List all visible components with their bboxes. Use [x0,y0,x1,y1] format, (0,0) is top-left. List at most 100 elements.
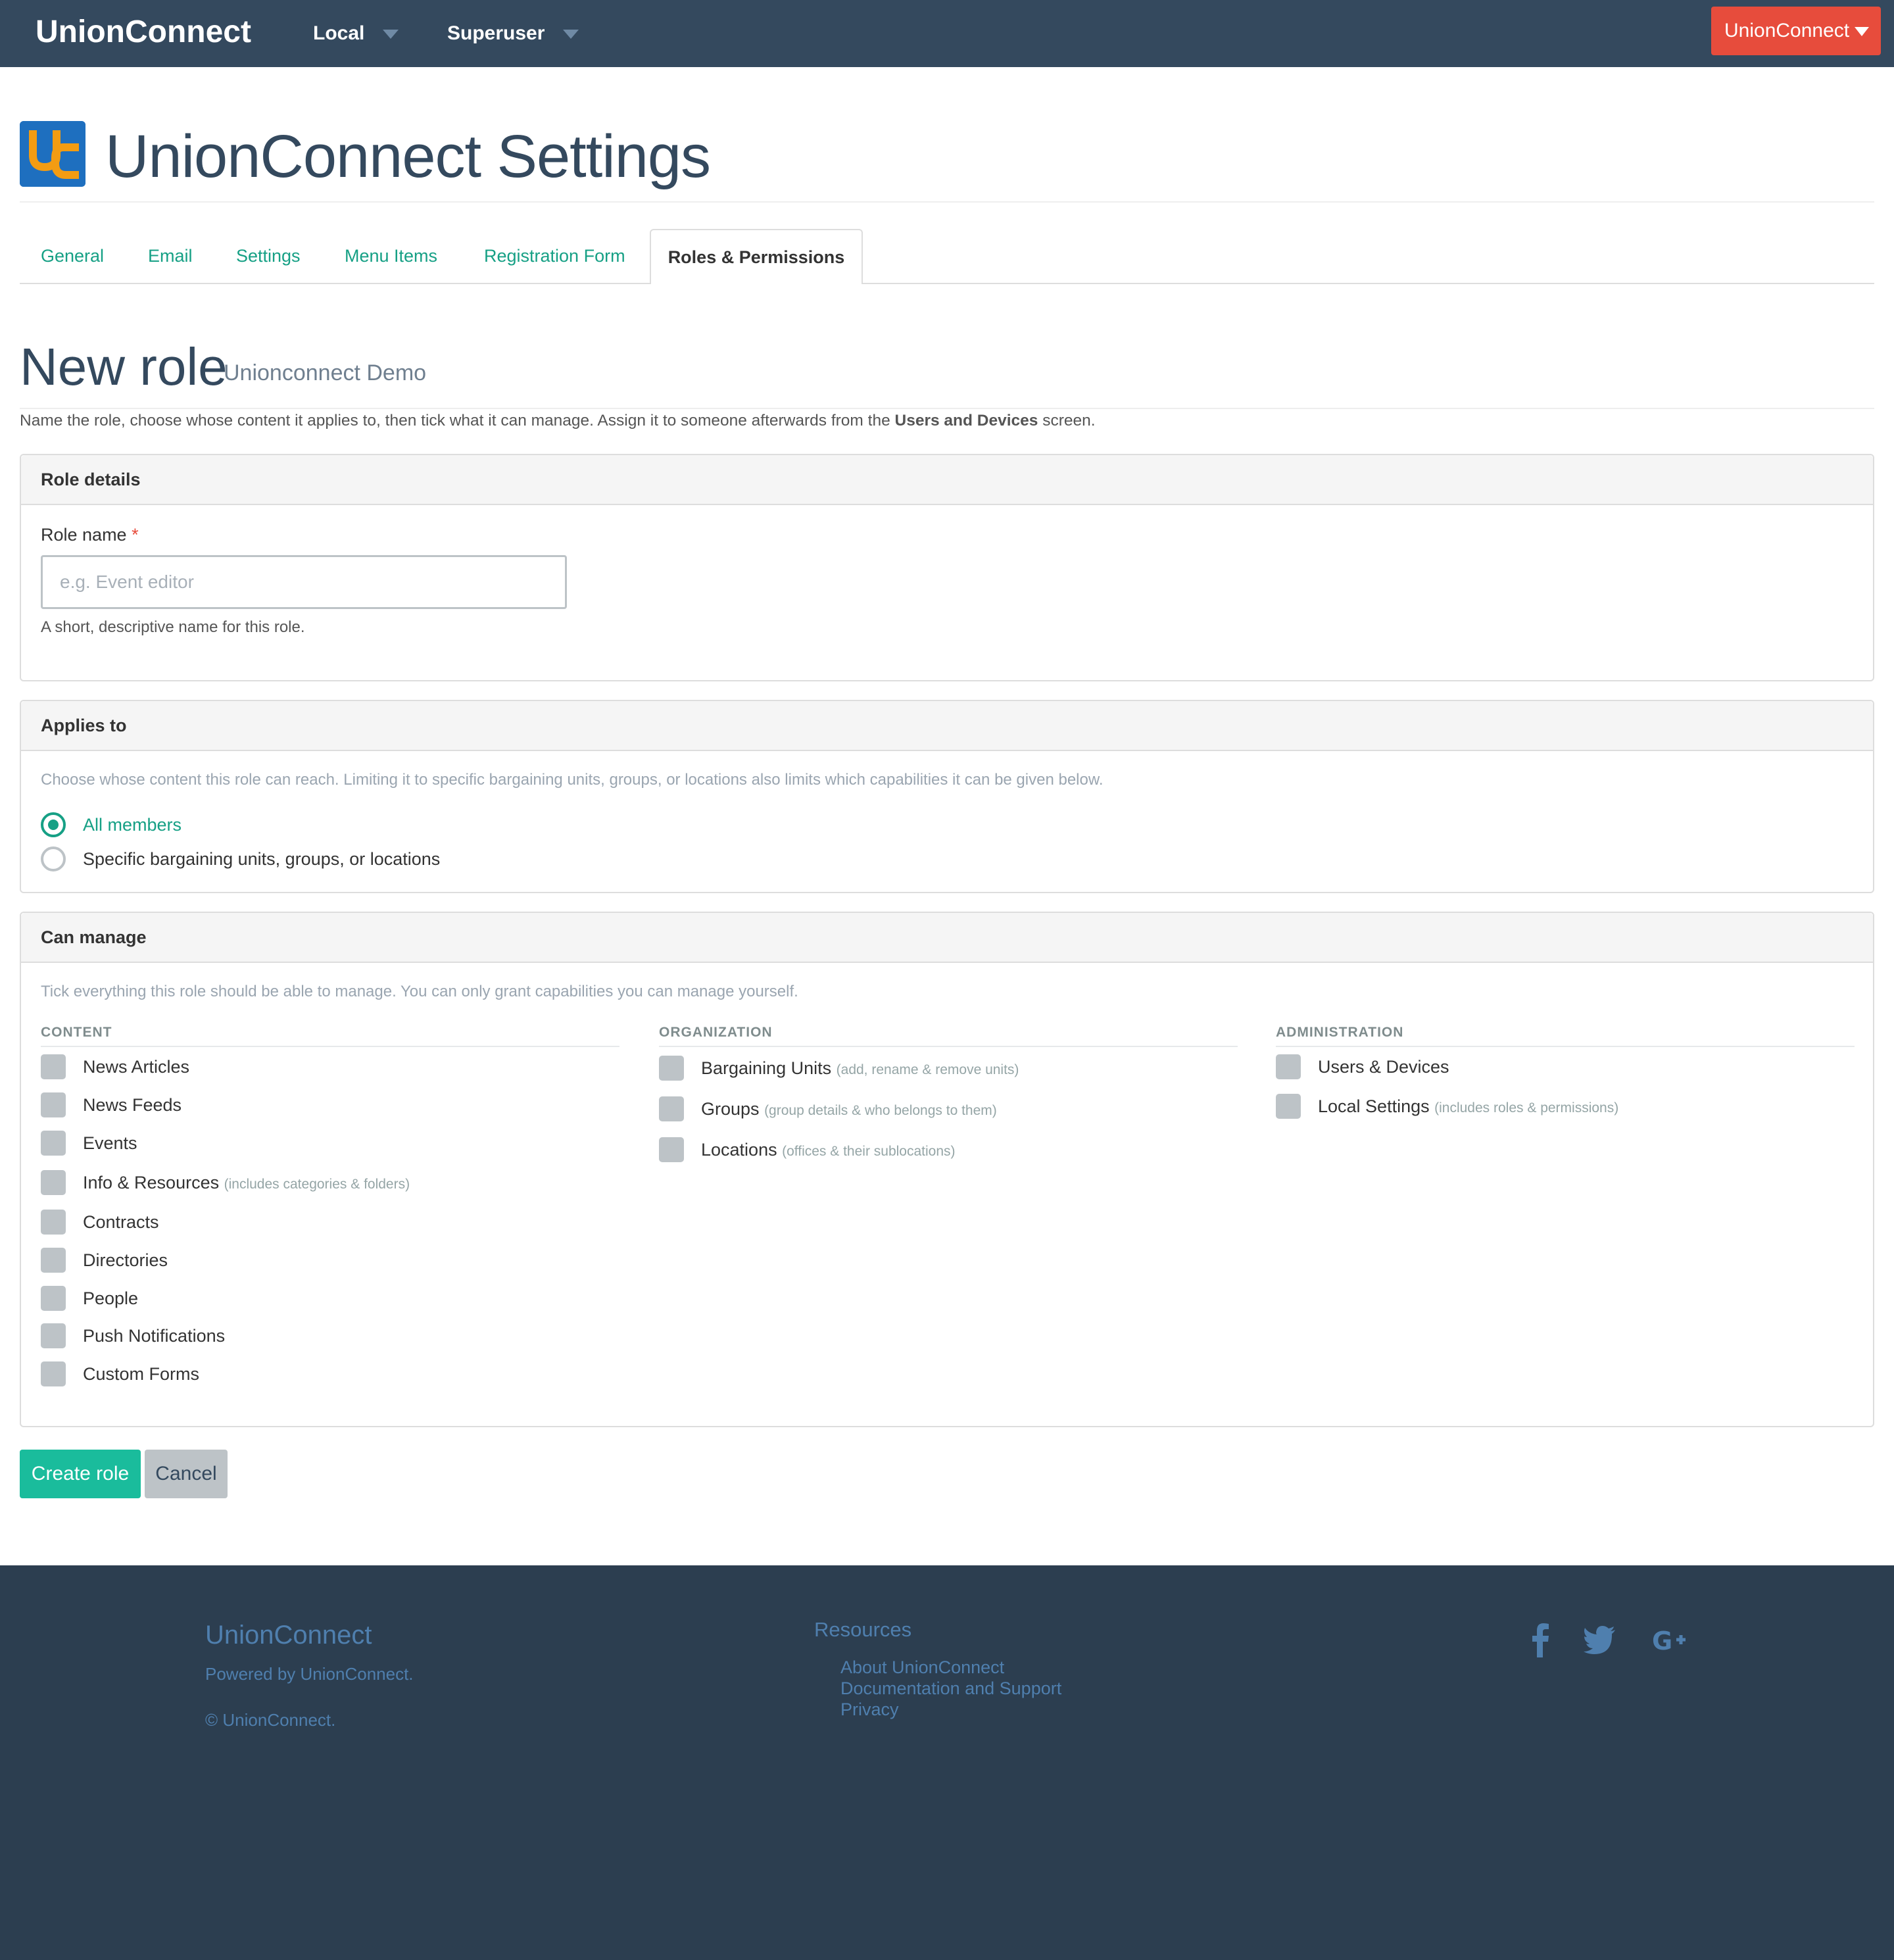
checkbox-label: News Feeds [83,1095,182,1115]
role-name-label: Role name * [41,525,139,545]
user-dropdown-label: Superuser [447,22,545,44]
twitter-icon[interactable] [1584,1621,1616,1660]
checkbox-icon[interactable] [659,1056,684,1081]
google-plus-icon[interactable]: G [1652,1621,1691,1660]
footer-powered-by: Powered by UnionConnect. [205,1664,414,1684]
header-divider [20,201,1874,203]
organization-column: ORGANIZATION Bargaining Units (add, rena… [659,1019,1238,1162]
svg-text:G: G [1652,1627,1672,1655]
tab-roles-permissions[interactable]: Roles & Permissions [650,229,863,284]
checkbox-label: Contracts [83,1212,159,1232]
facebook-icon[interactable] [1527,1621,1553,1660]
page-title: UnionConnect Settings [105,123,711,190]
page-footer: UnionConnect Powered by UnionConnect. © … [0,1565,1894,1960]
tab-email[interactable]: Email [148,229,193,283]
checkbox-note: (add, rename & remove units) [836,1062,1019,1077]
navbar-brand[interactable]: UnionConnect [36,0,251,67]
column-heading: CONTENT [41,1019,619,1047]
chevron-down-icon [563,30,579,39]
checkbox-note: (includes categories & folders) [224,1177,410,1192]
checkbox-label-group: Local Settings (includes roles & permiss… [1318,1092,1618,1123]
checkbox-icon[interactable] [1276,1054,1301,1079]
intro-text-end: screen. [1038,412,1096,429]
uc-logo-icon [20,121,85,187]
top-navbar: UnionConnect Local Superuser UnionConnec… [0,0,1894,67]
local-dropdown[interactable]: Local [313,0,399,67]
settings-tabs: General Email Settings Menu Items Regist… [20,229,1874,284]
column-heading: ADMINISTRATION [1276,1019,1855,1047]
footer-link-docs[interactable]: Documentation and Support [840,1678,1061,1699]
checkbox-icon[interactable] [1276,1094,1301,1119]
checkbox-label: Users & Devices [1318,1057,1449,1077]
content-column: CONTENT News Articles News Feeds Events … [41,1019,619,1386]
checkbox-icon[interactable] [41,1131,66,1156]
checkbox-label: Directories [83,1250,168,1270]
required-marker: * [132,525,139,545]
checkbox-label: Locations [701,1140,777,1160]
checkbox-icon[interactable] [41,1210,66,1235]
checkbox-icon[interactable] [41,1170,66,1195]
footer-link-about[interactable]: About UnionConnect [840,1657,1004,1678]
tab-general[interactable]: General [41,229,104,283]
checkbox-icon[interactable] [41,1361,66,1386]
role-name-input[interactable] [41,555,567,609]
checkbox-icon[interactable] [659,1096,684,1121]
checkbox-icon[interactable] [41,1092,66,1117]
administration-column: ADMINISTRATION Users & Devices Local Set… [1276,1019,1855,1119]
checkbox-note: (offices & their sublocations) [782,1144,956,1159]
chevron-down-icon [383,30,399,39]
checkbox-note: (group details & who belongs to them) [764,1103,997,1118]
checkbox-note: (includes roles & permissions) [1434,1100,1619,1115]
intro-text-link-name: Users and Devices [894,412,1038,429]
checkbox-icon[interactable] [41,1054,66,1079]
checkbox-label-group: Locations (offices & their sublocations) [701,1135,956,1166]
can-manage-panel: Can manage Tick everything this role sho… [20,912,1874,1427]
footer-resources-heading: Resources [814,1618,912,1641]
account-menu-label: UnionConnect [1724,20,1850,41]
intro-text-start: Name the role, choose whose content it a… [20,412,895,429]
checkbox-label: Push Notifications [83,1326,226,1346]
radio-label: All members [83,815,182,835]
applies-to-help: Choose whose content this role can reach… [41,771,1104,789]
checkbox-label: Local Settings [1318,1096,1430,1116]
role-details-panel: Role details Role name * A short, descri… [20,454,1874,681]
applies-to-panel: Applies to Choose whose content this rol… [20,700,1874,893]
caret-down-icon [1855,27,1870,37]
create-role-button[interactable]: Create role [20,1450,141,1498]
role-name-hint: A short, descriptive name for this role. [41,618,305,636]
role-name-label-text: Role name [41,525,127,545]
footer-link-privacy[interactable]: Privacy [840,1700,899,1720]
checkbox-label-group: Groups (group details & who belongs to t… [701,1094,997,1125]
checkbox-icon[interactable] [41,1286,66,1311]
panel-heading: Applies to [21,701,1873,751]
radio-label: Specific bargaining units, groups, or lo… [83,849,441,869]
checkbox-label: Bargaining Units [701,1058,832,1078]
checkbox-label: Custom Forms [83,1364,200,1384]
radio-selected-icon[interactable] [41,812,66,837]
checkbox-label: Groups [701,1099,760,1119]
user-dropdown[interactable]: Superuser [447,0,579,67]
cancel-button[interactable]: Cancel [145,1450,228,1498]
panel-heading: Can manage [21,913,1873,963]
checkbox-icon[interactable] [41,1323,66,1348]
tab-menu-items[interactable]: Menu Items [345,229,437,283]
checkbox-label: Info & Resources [83,1173,220,1192]
intro-text: Name the role, choose whose content it a… [20,409,1096,433]
checkbox-label-group: Bargaining Units (add, rename & remove u… [701,1054,1019,1085]
footer-brand: UnionConnect [205,1621,372,1650]
tab-registration-form[interactable]: Registration Form [484,229,625,283]
account-menu-button[interactable]: UnionConnect [1711,7,1881,55]
checkbox-label: Events [83,1133,137,1153]
section-subtitle: Unionconnect Demo [224,360,427,385]
footer-copyright: © UnionConnect. [205,1710,336,1730]
checkbox-icon[interactable] [41,1248,66,1273]
checkbox-label: News Articles [83,1057,190,1077]
column-heading: ORGANIZATION [659,1019,1238,1047]
tab-settings[interactable]: Settings [236,229,301,283]
can-manage-help: Tick everything this role should be able… [41,983,798,1000]
section-title: New role [20,337,228,396]
checkbox-icon[interactable] [659,1137,684,1162]
checkbox-label-group: Info & Resources (includes categories & … [83,1168,410,1199]
radio-unselected-icon[interactable] [41,846,66,871]
local-dropdown-label: Local [313,22,365,44]
